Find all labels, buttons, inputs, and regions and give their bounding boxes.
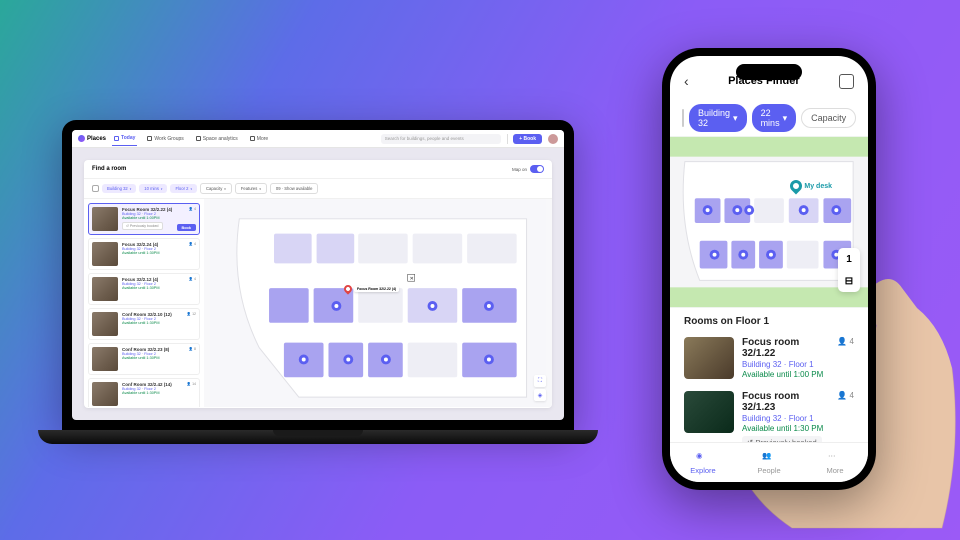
filter-floor[interactable]: Floor 2▾	[170, 184, 197, 193]
floor-map[interactable]: ✕ Focus Room 32/2.22 (4) ⛶ ◈	[204, 199, 552, 407]
locate-button[interactable]: ◈	[534, 389, 546, 401]
filter-building[interactable]: Building 32▾	[689, 104, 747, 132]
nav-tabs: Today Work Groups Space analytics More	[112, 131, 270, 146]
tab-analytics[interactable]: Space analytics	[194, 132, 240, 146]
filter-building[interactable]: Building 32▾	[102, 184, 136, 193]
room-item[interactable]: Conf Room 32/2.10 (12)Building 32 · Floo…	[88, 308, 200, 340]
floor-selector[interactable]: 1 ⊟	[838, 248, 860, 292]
svg-text:✕: ✕	[410, 276, 414, 282]
capacity-badge: 👤 4	[189, 277, 196, 281]
floor-stack-icon[interactable]: ⊟	[838, 270, 860, 292]
phone-floor-map[interactable]: My desk 1 ⊟	[670, 136, 868, 308]
room-item[interactable]: Focus Room 32/2.22 (4)Building 32 · Floo…	[88, 203, 200, 235]
find-room-panel: Find a room Map on Building 32▾ 10 mins▾…	[84, 160, 552, 408]
capacity-badge: 👤 8	[189, 347, 196, 351]
phone-room-item[interactable]: Focus room 32/1.22Building 32 · Floor 1A…	[670, 331, 868, 385]
tab-more[interactable]: More	[248, 132, 270, 146]
capacity-badge: 👤 12	[187, 312, 196, 316]
capacity-badge: 👤 14	[187, 382, 196, 386]
tab-today[interactable]: Today	[112, 131, 137, 146]
capacity-badge: 👤 4	[189, 207, 196, 211]
room-thumbnail	[92, 242, 118, 266]
book-room-button[interactable]: Book	[177, 224, 197, 231]
phone-filters: Building 32▾ 22 mins▾ Capacity	[670, 100, 868, 136]
map-controls: ⛶ ◈	[534, 375, 546, 401]
room-thumbnail	[684, 337, 734, 379]
previously-booked-tag: ↺ Previously booked	[122, 222, 163, 230]
filter-time[interactable]: 22 mins▾	[752, 104, 797, 132]
toggle-switch[interactable]	[530, 165, 544, 173]
room-item[interactable]: Focus 32/2.24 (4)Building 32 · Floor 2Av…	[88, 238, 200, 270]
phone-mockup: ‹ Places Finder Building 32▾ 22 mins▾ Ca…	[662, 48, 912, 490]
capacity-badge: 👤 4	[189, 242, 196, 246]
tab-people[interactable]: 👥People	[736, 443, 802, 482]
topbar: Places Today Work Groups Space analytics Mo…	[72, 130, 564, 148]
app-name: Places	[87, 136, 106, 142]
back-button[interactable]: ‹	[684, 73, 689, 89]
floor-number[interactable]: 1	[838, 248, 860, 270]
phone-tabbar: ◉Explore👥People⋯More	[670, 442, 868, 482]
map-toggle[interactable]: Map on	[512, 165, 544, 173]
places-icon	[78, 135, 85, 142]
list-view-button[interactable]	[839, 74, 854, 89]
desk-pin-icon	[788, 178, 805, 195]
filter-capacity[interactable]: Capacity▾	[200, 183, 232, 194]
user-avatar[interactable]	[548, 134, 558, 144]
tab-phone-more[interactable]: ⋯More	[802, 443, 868, 482]
filter-icon[interactable]	[682, 109, 684, 127]
tab-explore[interactable]: ◉Explore	[670, 443, 736, 482]
room-item[interactable]: Conf Room 32/2.23 (8)Building 32 · Floor…	[88, 343, 200, 375]
room-thumbnail	[92, 277, 118, 301]
laptop-mockup: Places Today Work Groups Space analytics Mo…	[62, 120, 574, 452]
book-button[interactable]: + Book	[513, 134, 542, 144]
filter-capacity[interactable]: Capacity	[801, 108, 856, 128]
phone-room-list[interactable]: Focus room 32/1.22Building 32 · Floor 1A…	[670, 331, 868, 442]
room-item[interactable]: Focus 32/2.12 (4)Building 32 · Floor 2Av…	[88, 273, 200, 305]
room-thumbnail	[92, 382, 118, 406]
capacity-badge: 👤 4	[837, 391, 854, 400]
my-desk-pin[interactable]: My desk	[790, 180, 832, 192]
phone-room-item[interactable]: Focus room 32/1.23Building 32 · Floor 1A…	[670, 385, 868, 442]
filter-available[interactable]: 09 · Show available	[270, 183, 319, 194]
tab-workgroups[interactable]: Work Groups	[145, 132, 185, 146]
room-thumbnail	[684, 391, 734, 433]
panel-title: Find a room	[92, 166, 126, 172]
filter-bar: Building 32▾ 10 mins▾ Floor 2▾ Capacity▾…	[84, 179, 552, 199]
pin-icon	[342, 283, 353, 294]
search-input[interactable]: Search for buildings, people and events	[381, 134, 501, 144]
filter-icon[interactable]	[92, 185, 99, 192]
fullscreen-button[interactable]: ⛶	[534, 375, 546, 387]
selected-room-pin[interactable]: Focus Room 32/2.22 (4)	[344, 285, 399, 293]
room-thumbnail	[92, 347, 118, 371]
section-title: Rooms on Floor 1	[670, 308, 868, 331]
filter-time[interactable]: 10 mins▾	[139, 184, 167, 193]
room-item[interactable]: Conf Room 32/2.42 (14)Building 32 · Floo…	[88, 378, 200, 407]
capacity-badge: 👤 4	[837, 337, 854, 346]
app-logo[interactable]: Places	[78, 135, 106, 142]
room-thumbnail	[92, 312, 118, 336]
filter-features[interactable]: Features▾	[235, 183, 267, 194]
room-list[interactable]: Focus Room 32/2.22 (4)Building 32 · Floo…	[84, 199, 204, 407]
room-thumbnail	[92, 207, 118, 231]
